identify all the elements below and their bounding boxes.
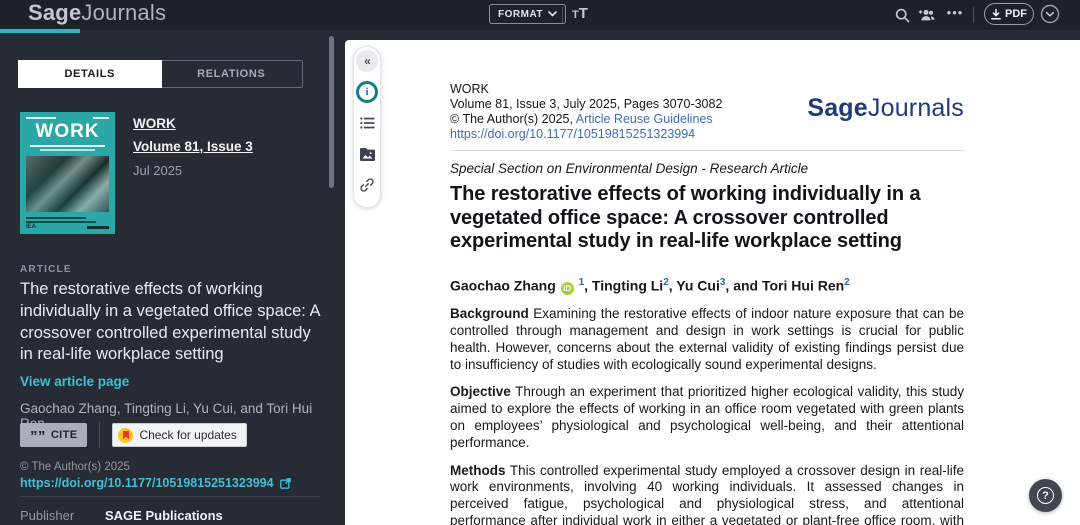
sage-journals-logo[interactable]: SageJournals <box>28 0 166 26</box>
format-button-label: FORMAT <box>498 9 543 20</box>
active-tab-indicator <box>0 29 80 33</box>
sidebar-divider <box>20 496 320 497</box>
author-name[interactable]: Yu Cui <box>676 277 720 293</box>
article-reader-panel: « i WORK Volume 81, Issue 3, July 2025, … <box>345 40 1080 525</box>
citation-copyright: © The Author(s) 2025, Article Reuse Guid… <box>450 112 722 127</box>
reuse-guidelines-link[interactable]: Article Reuse Guidelines <box>576 112 713 126</box>
collapse-sidebar-icon[interactable]: « <box>356 50 378 72</box>
orcid-icon[interactable]: iD <box>561 282 574 295</box>
sidebar-scrollbar[interactable] <box>329 36 334 188</box>
toolbar-divider <box>562 7 563 23</box>
journal-name-link[interactable]: WORK <box>133 116 253 131</box>
article-content: WORK Volume 81, Issue 3, July 2025, Page… <box>450 40 964 525</box>
citation-issue: Volume 81, Issue 3, July 2025, Pages 307… <box>450 97 722 112</box>
tab-details[interactable]: DETAILS <box>18 60 162 88</box>
pdf-button-label: PDF <box>1005 8 1027 20</box>
journal-issue-date: Jul 2025 <box>133 163 253 178</box>
reader-toolbar: « i <box>353 46 381 208</box>
publisher-label: Publisher <box>20 508 105 523</box>
details-sidebar: DETAILS RELATIONS WORK IEA WORK Volume 8… <box>0 30 345 525</box>
text-size-icon[interactable]: TT <box>572 5 588 23</box>
check-updates-label: Check for updates <box>139 428 236 442</box>
question-mark-icon: ? <box>1037 487 1054 504</box>
chevron-down-icon <box>548 11 557 17</box>
cite-button-label: CITE <box>51 429 78 441</box>
sidebar-article-title: The restorative effects of working indiv… <box>20 279 322 366</box>
info-icon[interactable]: i <box>356 81 378 103</box>
copyright-text: © The Author(s) 2025 <box>20 461 130 473</box>
section-heading: Special Section on Environmental Design … <box>450 161 964 176</box>
doi-link[interactable]: https://doi.org/10.1177/1051981525132399… <box>20 476 291 490</box>
author-name[interactable]: Tingting Li <box>592 277 663 293</box>
citation-journal: WORK <box>450 82 722 97</box>
author-name[interactable]: Gaochao Zhang <box>450 277 560 293</box>
author-name[interactable]: Tori Hui Ren <box>762 277 844 293</box>
article-title: The restorative effects of working indiv… <box>450 183 964 254</box>
citation-block: WORK Volume 81, Issue 3, July 2025, Page… <box>450 82 722 142</box>
header-divider <box>450 150 964 151</box>
quote-icon: ”” <box>30 432 46 442</box>
journal-issue-link[interactable]: Volume 81, Issue 3 <box>133 139 253 154</box>
vertical-divider <box>99 422 100 448</box>
top-bar: SageJournals FORMAT TT ••• PDF <box>0 0 1080 30</box>
sidebar-actions: ”” CITE Check for updates <box>20 422 247 448</box>
journal-cover-title: WORK <box>26 122 109 141</box>
journal-cover-image[interactable]: WORK IEA <box>20 112 115 234</box>
abstract-background: Background Examining the restorative eff… <box>450 306 964 373</box>
pdf-download-button[interactable]: PDF <box>984 3 1034 25</box>
download-icon <box>991 9 1001 20</box>
article-kicker: ARTICLE <box>20 264 72 275</box>
author-affiliation-sup[interactable]: 2 <box>844 277 850 288</box>
logo-journals-text: Journals <box>81 0 166 25</box>
format-button[interactable]: FORMAT <box>489 4 566 24</box>
author-list: Gaochao Zhang iD 1, Tingting Li2, Yu Cui… <box>450 277 964 296</box>
page: SageJournals FORMAT TT ••• PDF DETAILS R… <box>0 0 1080 525</box>
external-link-icon <box>280 478 291 489</box>
help-button[interactable]: ? <box>1029 479 1062 512</box>
figures-icon[interactable] <box>356 143 378 165</box>
article-doi-link[interactable]: https://doi.org/10.1177/1051981525132399… <box>450 127 722 142</box>
collapse-header-icon[interactable] <box>1040 4 1060 24</box>
abstract-methods: Methods This controlled experimental stu… <box>450 463 964 525</box>
logo-sage-text: Sage <box>28 0 81 25</box>
cover-publisher-mark: IEA <box>26 224 36 230</box>
publisher-value: SAGE Publications <box>105 508 223 523</box>
abstract-objective: Objective Through an experiment that pri… <box>450 384 964 451</box>
tab-relations[interactable]: RELATIONS <box>161 61 303 87</box>
contents-list-icon[interactable] <box>356 112 378 134</box>
search-icon[interactable] <box>892 5 912 25</box>
article-header: WORK Volume 81, Issue 3, July 2025, Page… <box>450 40 964 142</box>
journal-info-block: WORK IEA WORK Volume 81, Issue 3 Jul 202… <box>20 112 253 234</box>
publisher-row: Publisher SAGE Publications <box>20 508 223 523</box>
link-icon[interactable] <box>356 174 378 196</box>
add-people-icon[interactable] <box>917 5 937 25</box>
sidebar-tabs: DETAILS RELATIONS <box>18 60 303 88</box>
more-options-icon[interactable]: ••• <box>945 2 965 22</box>
sage-journals-wordmark: SageJournals <box>807 94 964 123</box>
cite-button[interactable]: ”” CITE <box>20 423 87 447</box>
toolbar-divider <box>973 7 974 23</box>
check-for-updates-button[interactable]: Check for updates <box>112 423 246 447</box>
view-article-page-link[interactable]: View article page <box>20 374 129 389</box>
crossmark-icon <box>118 428 133 443</box>
journal-cover-photo <box>26 156 109 212</box>
